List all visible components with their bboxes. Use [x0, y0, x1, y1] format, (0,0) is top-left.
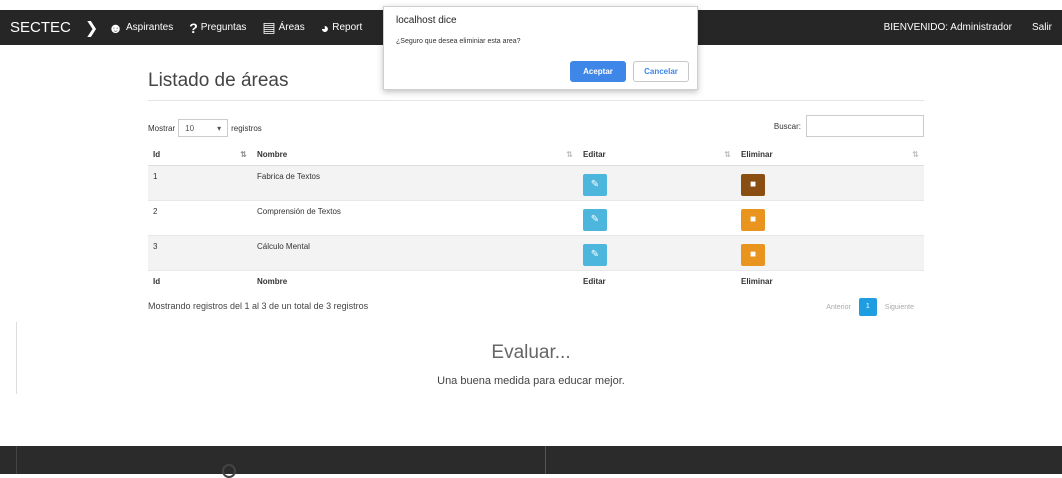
- pie-chart-icon: ◕: [320, 19, 330, 36]
- brand-link[interactable]: SECTEC: [0, 19, 79, 36]
- nav-item-preguntas[interactable]: ? Preguntas: [189, 20, 246, 36]
- pencil-icon: ✎: [590, 248, 600, 260]
- dialog-title: localhost dice: [396, 15, 457, 26]
- cell-id: 2: [148, 200, 252, 236]
- edit-button[interactable]: ✎: [583, 243, 607, 266]
- accept-button[interactable]: Aceptar: [570, 61, 626, 82]
- nav-item-areas[interactable]: ▤ Áreas: [262, 19, 304, 36]
- col-footer-id: Id: [148, 269, 252, 292]
- trash-icon: ■: [749, 213, 757, 225]
- nav-item-reportes[interactable]: ◕ Report: [321, 20, 362, 36]
- chevron-right-icon[interactable]: ❯: [85, 18, 98, 38]
- col-footer-editar: Editar: [578, 269, 736, 292]
- pencil-icon: ✎: [590, 213, 600, 225]
- slogan-title: Evaluar...: [491, 342, 571, 363]
- table-info: Mostrando registros del 1 al 3 de un tot…: [148, 301, 369, 311]
- users-icon: ☻: [108, 19, 123, 36]
- show-label: Mostrar: [148, 123, 176, 133]
- sort-icon: ⇅: [912, 150, 919, 159]
- table-row: 3 Cálculo Mental ✎ ■: [148, 235, 924, 271]
- cell-name: Fabrica de Textos: [252, 165, 578, 201]
- page-footer: [0, 446, 1062, 478]
- pagination: Anterior 1 Siguiente: [826, 298, 914, 316]
- edit-button[interactable]: ✎: [583, 173, 607, 196]
- dialog-message: ¿Seguro que desea eliminiar esta area?: [396, 38, 521, 45]
- chevron-down-icon: ▾: [217, 123, 222, 133]
- length-control: Mostrar 10 ▾ registros: [148, 119, 262, 137]
- sort-icon: ⇅: [566, 150, 573, 159]
- prev-page-button[interactable]: Anterior: [826, 304, 851, 311]
- book-icon: ▤: [262, 19, 276, 35]
- nav-item-label: Aspirantes: [125, 22, 174, 33]
- col-header-eliminar[interactable]: Eliminar ⇅: [736, 145, 924, 166]
- delete-button[interactable]: ■: [741, 208, 765, 231]
- circle-icon: [222, 464, 236, 478]
- logout-link[interactable]: Salir: [1022, 22, 1062, 33]
- welcome-user[interactable]: BIENVENIDO: Administrador: [874, 22, 1022, 33]
- nav-item-label: Áreas: [278, 22, 305, 33]
- cell-id: 3: [148, 235, 252, 271]
- trash-icon: ■: [749, 248, 757, 260]
- records-per-page-value: 10: [185, 123, 195, 133]
- divider: [545, 446, 546, 474]
- table-row: 2 Comprensión de Textos ✎ ■: [148, 200, 924, 236]
- edit-button[interactable]: ✎: [583, 208, 607, 231]
- col-footer-nombre: Nombre: [252, 269, 578, 292]
- slogan-subtitle: Una buena medida para educar mejor.: [437, 375, 625, 387]
- trash-icon: ■: [749, 178, 757, 190]
- records-per-page-select[interactable]: 10 ▾: [178, 119, 229, 137]
- col-header-nombre[interactable]: Nombre ⇅: [252, 145, 578, 166]
- table-row: 1 Fabrica de Textos ✎ ■: [148, 165, 924, 201]
- divider: [16, 446, 17, 474]
- col-footer-eliminar: Eliminar: [736, 269, 924, 292]
- question-icon: ?: [189, 19, 198, 36]
- nav-item-label: Preguntas: [200, 22, 247, 33]
- delete-button[interactable]: ■: [741, 173, 765, 196]
- confirm-dialog: localhost dice ¿Seguro que desea elimini…: [383, 6, 698, 90]
- cell-id: 1: [148, 165, 252, 201]
- page-1-button[interactable]: 1: [858, 298, 877, 316]
- cell-name: Cálculo Mental: [252, 235, 578, 271]
- records-label: registros: [231, 123, 262, 133]
- search-input[interactable]: [806, 115, 924, 137]
- next-page-button[interactable]: Siguiente: [885, 304, 914, 311]
- divider: [148, 100, 924, 101]
- nav-item-label: Report: [332, 22, 363, 33]
- cell-name: Comprensión de Textos: [252, 200, 578, 236]
- sort-asc-icon: ⇅: [240, 150, 247, 159]
- col-header-editar[interactable]: Editar ⇅: [578, 145, 736, 166]
- page-title: Listado de áreas: [148, 70, 289, 91]
- nav-item-aspirantes[interactable]: ☻ Aspirantes: [108, 20, 173, 36]
- cancel-button[interactable]: Cancelar: [633, 61, 689, 82]
- areas-table: Id ⇅ Nombre ⇅ Editar ⇅ Eliminar ⇅ 1 Fabrica …: [148, 145, 924, 292]
- col-header-id[interactable]: Id ⇅: [148, 145, 252, 166]
- delete-button[interactable]: ■: [741, 243, 765, 266]
- sort-icon: ⇅: [724, 150, 731, 159]
- search-label: Buscar:: [773, 121, 801, 131]
- pencil-icon: ✎: [590, 178, 600, 190]
